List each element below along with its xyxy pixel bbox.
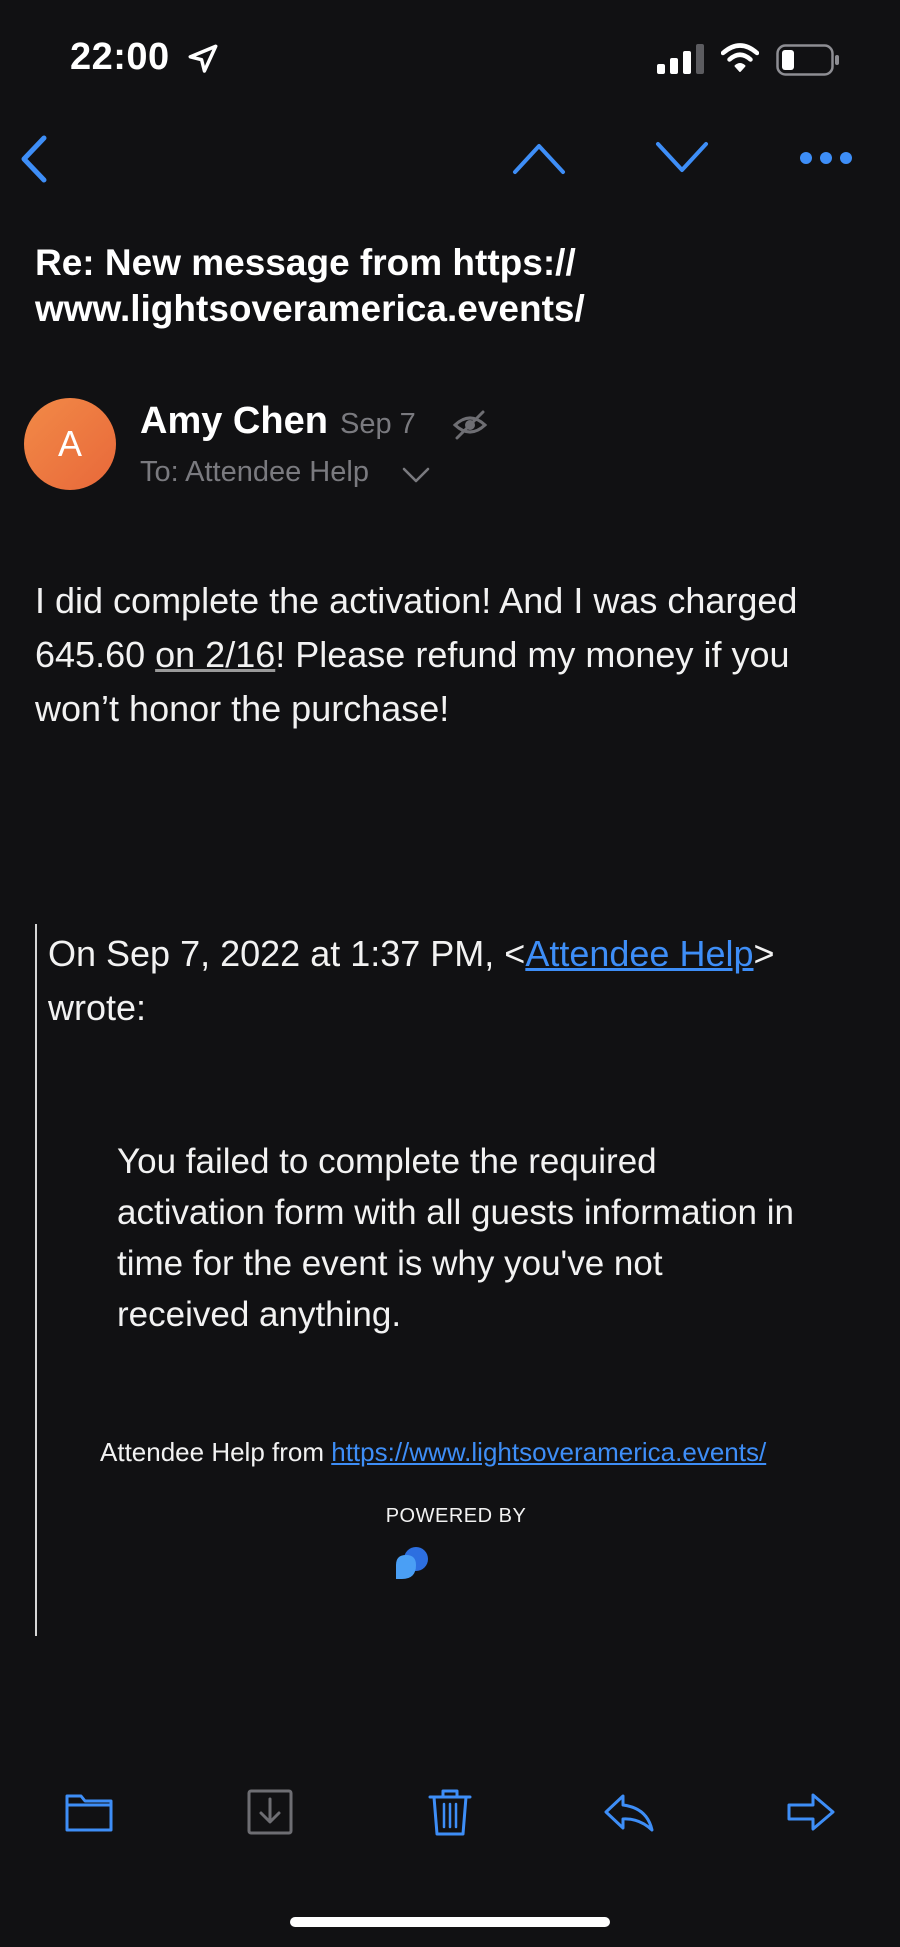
archive-icon[interactable]	[244, 1786, 296, 1838]
date-link[interactable]: on 2/16	[155, 634, 275, 675]
signal-icon	[657, 44, 704, 74]
recipient-line[interactable]: To: Attendee Help	[140, 456, 369, 489]
quote-footer: Attendee Help from https://www.lightsove…	[100, 1437, 766, 1468]
email-subject: Re: New message from https:// www.lights…	[35, 242, 585, 329]
back-chevron-icon[interactable]	[14, 134, 54, 184]
quote-divider	[35, 924, 37, 1636]
hidden-eye-icon[interactable]	[452, 410, 488, 440]
attendee-help-link[interactable]: Attendee Help	[525, 933, 753, 974]
website-link[interactable]: https://www.lightsoveramerica.events/	[331, 1437, 766, 1467]
sender-date: Sep 7	[340, 408, 416, 440]
quoted-message: You failed to complete the required acti…	[117, 1142, 794, 1334]
reply-icon[interactable]	[603, 1786, 655, 1838]
status-time: 22:00	[70, 36, 170, 78]
forward-icon[interactable]	[785, 1786, 837, 1838]
trash-icon[interactable]	[424, 1786, 476, 1838]
quote-intro-text: On Sep 7, 2022 at 1:37 PM, <	[48, 933, 526, 974]
previous-message-icon[interactable]	[512, 140, 566, 176]
email-body: I did complete the activation! And I was…	[35, 574, 865, 736]
next-message-icon[interactable]	[655, 140, 709, 176]
quote-intro: On Sep 7, 2022 at 1:37 PM, <Attendee Hel…	[48, 927, 868, 1035]
battery-icon	[776, 44, 839, 76]
home-indicator[interactable]	[290, 1917, 610, 1927]
chevron-down-icon[interactable]	[402, 466, 430, 484]
footer-text: Attendee Help from	[100, 1437, 332, 1467]
folder-icon[interactable]	[63, 1786, 115, 1838]
wifi-icon	[721, 43, 759, 72]
location-arrow-icon	[188, 44, 218, 73]
sender-name[interactable]: Amy Chen	[140, 400, 328, 443]
powered-by-label: POWERED BY	[385, 1505, 527, 1527]
more-options-icon[interactable]	[798, 148, 854, 168]
avatar: A	[24, 398, 116, 490]
powered-by-logo	[396, 1547, 428, 1579]
